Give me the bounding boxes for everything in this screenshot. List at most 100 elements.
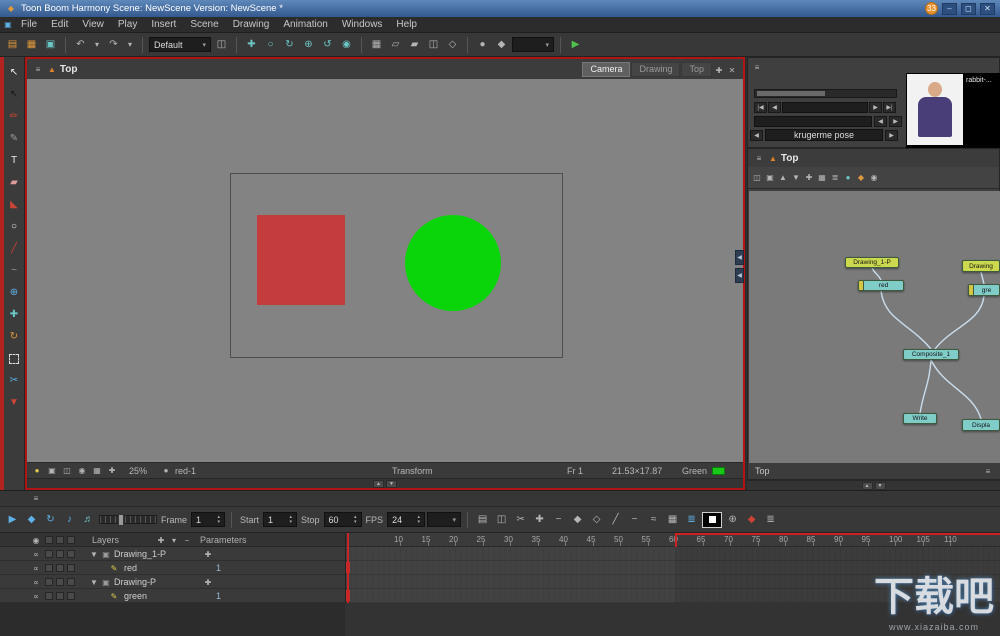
pose-next-button[interactable]: ▶ [889,116,902,127]
layer-lock-toggle[interactable] [67,578,75,586]
green-circle-shape[interactable] [405,215,501,311]
layer-sound-toggle[interactable] [56,592,64,600]
frame-spinbox[interactable]: 1 ▴▾ [191,512,225,527]
layer-visibility-toggle[interactable] [45,578,53,586]
reset-view-icon[interactable]: ↺ [319,36,336,53]
zoom-level-dropdown[interactable]: ▾ [512,37,554,52]
duplicate-drawing-icon[interactable]: ◫ [493,511,510,528]
node-green[interactable]: gre [968,284,1000,296]
close-view-icon[interactable]: ✕ [726,65,738,77]
layer-visibility-toggle[interactable] [45,564,53,572]
add-parameter-icon[interactable]: ✚ [202,576,214,588]
order-icon[interactable]: ≣ [829,172,841,184]
add-layer-button[interactable]: ✚ [155,534,167,546]
layer-alpha-icon[interactable]: ∝ [30,590,42,602]
keyframe-icon[interactable]: ◆ [569,511,586,528]
save-icon[interactable]: ▣ [42,36,59,53]
tool-status-icon[interactable]: ✚ [106,465,118,477]
menu-file[interactable]: File [14,17,44,32]
change-track-icon[interactable]: ▦ [664,511,681,528]
splitter-up-icon[interactable]: ▲ [862,482,873,490]
cut-cells-icon[interactable]: ✂ [512,511,529,528]
add-drawing-layer-icon[interactable]: ▤ [474,511,491,528]
layer-name[interactable]: Drawing-P [114,577,156,587]
undo-icon[interactable]: ↶ [72,36,89,53]
select-tool-icon[interactable]: ↖ [6,64,23,81]
play-range-icon[interactable]: ◆ [493,36,510,53]
render-write-icon[interactable]: ▶ [567,36,584,53]
close-button[interactable]: ✕ [980,3,995,15]
delete-layer-button[interactable]: − [181,534,193,546]
pose-back-icon[interactable]: ◀ [750,130,763,141]
current-color-swatch[interactable] [712,467,725,475]
pose-prev-button[interactable]: ◀ [874,116,887,127]
marquee-select-tool-icon[interactable] [6,350,23,367]
lock-column-icon[interactable] [56,536,64,544]
pose-name-field[interactable] [754,116,872,127]
node-composite[interactable]: Composite_1 [903,349,959,360]
new-scene-icon[interactable]: ▤ [4,36,21,53]
outline-mode-icon[interactable]: ◇ [444,36,461,53]
layer-visibility-toggle[interactable] [45,550,53,558]
panel-menu-icon[interactable]: ≡ [982,465,994,477]
current-drawing-icon[interactable]: ▣ [46,465,58,477]
grid-icon[interactable]: ▦ [368,36,385,53]
eye-column-icon[interactable]: ◉ [30,534,42,546]
navigator-icon[interactable]: ● [842,172,854,184]
scrollbar-handle[interactable] [757,91,825,96]
show-children-icon[interactable]: ▼ [790,172,802,184]
pivot-tool-icon[interactable]: ⊕ [6,284,23,301]
pose-thumbnail[interactable]: rabbit-... [906,73,1000,148]
add-node-icon[interactable]: ✚ [803,172,815,184]
layer-alpha-icon[interactable]: ∝ [30,562,42,574]
frame-spinner[interactable]: ▴▾ [218,515,221,525]
layer-lock-toggle[interactable] [67,564,75,572]
layer-lock-toggle[interactable] [67,550,75,558]
layer-row[interactable]: ∝ ▼ ▣ Drawing-P ✚ [0,575,345,589]
tab-top[interactable]: Top [681,62,712,77]
layer-sound-toggle[interactable] [56,564,64,572]
start-spinner[interactable]: ▴▾ [290,515,293,525]
hand-tool-icon[interactable]: ✚ [6,306,23,323]
red-square-shape[interactable] [257,215,345,305]
menu-scene[interactable]: Scene [183,17,225,32]
redo-icon[interactable]: ↷ [105,36,122,53]
expand-caret-icon[interactable]: ▼ [88,576,100,588]
marker-icon[interactable]: ◫ [213,36,230,53]
menu-insert[interactable]: Insert [144,17,183,32]
thumbnail-toggle[interactable] [702,512,722,528]
frame-slider[interactable] [99,515,157,524]
menu-help[interactable]: Help [389,17,424,32]
start-spinbox[interactable]: 1 ▴▾ [263,512,297,527]
timeline-ruler[interactable]: 1015202530354045505560657075808590951001… [345,533,1000,547]
panel-menu-icon[interactable]: ≡ [753,152,765,164]
onion-skin-prev-icon[interactable]: ▱ [387,36,404,53]
zoom-in-icon[interactable]: ⊕ [300,36,317,53]
tab-drawing[interactable]: Drawing [631,62,680,77]
node-drawing2-peg[interactable]: Drawing [962,260,1000,272]
enter-group-icon[interactable]: ◫ [751,172,763,184]
menu-edit[interactable]: Edit [44,17,75,32]
last-drawing-button[interactable]: ▶| [883,102,896,113]
layer-lock-toggle[interactable] [67,592,75,600]
parameter-value[interactable]: 1 [216,563,221,573]
pan-view-icon[interactable]: ✚ [243,36,260,53]
motion-keyframe-icon[interactable]: ╱ [607,511,624,528]
onion-skin-next-icon[interactable]: ▰ [406,36,423,53]
fps-spinner[interactable]: ▴▾ [418,515,421,525]
panel-menu-icon[interactable]: ≡ [32,63,44,75]
panel-menu-icon[interactable]: ≡ [30,493,42,505]
stop-spinbox[interactable]: 60 ▴▾ [324,512,362,527]
layer-name[interactable]: green [124,591,147,601]
dropper-tool-icon[interactable]: ▼ [6,394,23,411]
ellipse-tool-icon[interactable]: ○ [6,218,23,235]
layer-visibility-toggle[interactable] [45,592,53,600]
magnet-icon[interactable]: ◆ [855,172,867,184]
paint-tool-icon[interactable]: ◣ [6,196,23,213]
backdrop-icon[interactable]: ▦ [816,172,828,184]
polyline-tool-icon[interactable]: ~ [6,262,23,279]
sound-scrub-button[interactable]: ♬ [80,511,97,528]
zoom-level[interactable]: 25% [129,466,147,476]
onion-marker-icon[interactable]: ◆ [743,511,760,528]
playhead-line[interactable] [347,533,349,603]
